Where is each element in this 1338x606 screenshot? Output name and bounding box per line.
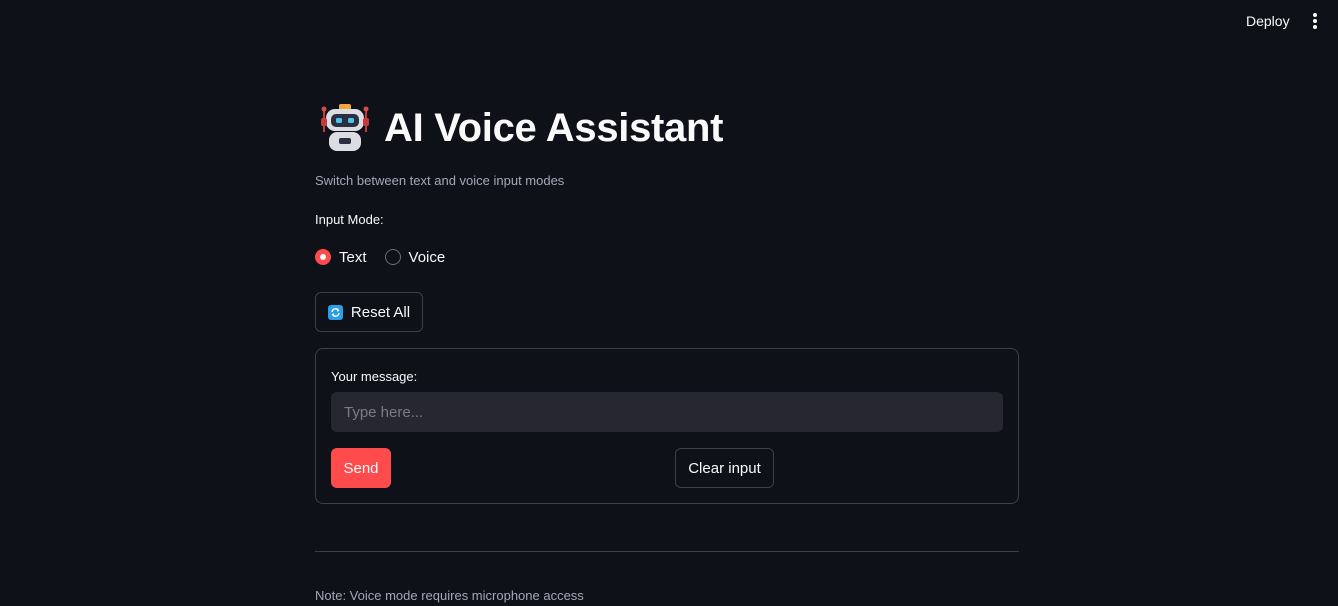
radio-label-text: Text bbox=[339, 248, 367, 266]
radio-label-voice: Voice bbox=[408, 248, 446, 266]
vertical-ellipsis-icon[interactable] bbox=[1305, 11, 1325, 31]
page-subtitle: Switch between text and voice input mode… bbox=[315, 173, 565, 188]
input-mode-radio-group: Text Voice bbox=[315, 246, 463, 268]
message-input[interactable] bbox=[331, 392, 1003, 432]
radio-option-voice[interactable]: Voice bbox=[384, 248, 446, 266]
divider bbox=[315, 551, 1019, 552]
input-mode-label: Input Mode: bbox=[315, 212, 384, 227]
title-row: AI Voice Assistant bbox=[320, 100, 723, 156]
radio-unselected-indicator[interactable] bbox=[384, 249, 401, 265]
send-button[interactable]: Send bbox=[331, 448, 391, 488]
robot-icon bbox=[321, 104, 369, 151]
refresh-icon bbox=[327, 304, 343, 320]
clear-input-button[interactable]: Clear input bbox=[675, 448, 774, 488]
deploy-button[interactable]: Deploy bbox=[1236, 10, 1300, 32]
radio-selected-indicator[interactable] bbox=[315, 249, 331, 265]
app-header: Deploy bbox=[0, 0, 1338, 42]
message-form: Your message: Send Clear input bbox=[315, 348, 1019, 504]
reset-all-label: Reset All bbox=[350, 303, 411, 321]
page-title: AI Voice Assistant bbox=[384, 105, 724, 150]
voice-mode-note: Note: Voice mode requires microphone acc… bbox=[315, 588, 584, 603]
message-label: Your message: bbox=[331, 369, 418, 384]
radio-option-text[interactable]: Text bbox=[315, 249, 367, 266]
reset-all-button[interactable]: Reset All bbox=[315, 292, 423, 332]
